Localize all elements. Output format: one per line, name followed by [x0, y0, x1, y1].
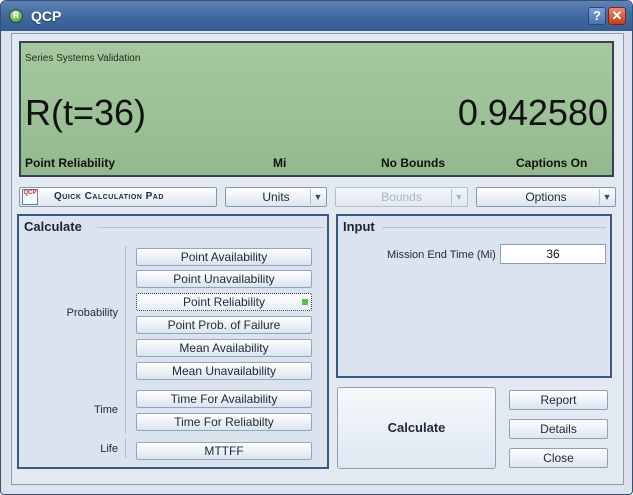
divider: [125, 439, 126, 458]
chevron-down-icon: ▼: [451, 189, 466, 205]
units-dropdown[interactable]: Units ▼: [225, 187, 327, 207]
point-availability-button[interactable]: Point Availability: [136, 248, 312, 266]
mttff-button[interactable]: MTTFF: [136, 442, 312, 460]
status-metric: Point Reliability: [25, 156, 116, 170]
divider: [382, 227, 606, 228]
app-icon: R: [9, 9, 23, 23]
question-icon: ?: [593, 8, 601, 23]
status-bounds: No Bounds: [381, 156, 445, 170]
input-panel-title: Input: [343, 219, 375, 234]
title-bar[interactable]: R QCP ? ✕: [1, 1, 632, 31]
close-button[interactable]: Close: [509, 448, 608, 468]
toolbar: QCP Quick Calculation Pad Units ▼ Bounds…: [19, 186, 616, 210]
calculate-panel: Calculate Probability Point Availability…: [17, 214, 329, 469]
calculate-panel-title: Calculate: [24, 219, 82, 234]
selected-indicator-icon: [302, 299, 308, 305]
units-label: Units: [262, 190, 290, 204]
point-prob-failure-button[interactable]: Point Prob. of Failure: [136, 316, 312, 334]
group-label-probability: Probability: [66, 307, 118, 319]
divider: [125, 246, 126, 391]
divider: [97, 227, 323, 228]
result-expression: R(t=36): [25, 92, 147, 133]
display-title: Series Systems Validation: [25, 53, 141, 64]
chevron-down-icon: ▼: [599, 189, 614, 205]
close-icon: ✕: [611, 8, 623, 23]
options-dropdown[interactable]: Options ▼: [476, 187, 616, 207]
window-close-button[interactable]: ✕: [608, 7, 626, 25]
details-button[interactable]: Details: [509, 419, 608, 439]
point-reliability-label: Point Reliability: [182, 295, 266, 309]
bounds-dropdown: Bounds ▼: [335, 187, 468, 207]
report-button[interactable]: Report: [509, 390, 608, 410]
qcp-logo-icon: QCP: [22, 189, 38, 205]
group-label-time: Time: [93, 404, 118, 416]
mission-end-time-input[interactable]: [500, 244, 606, 264]
calculate-button[interactable]: Calculate: [337, 387, 496, 469]
time-for-reliability-button[interactable]: Time For Reliabilty: [136, 413, 312, 431]
qcp-label: Quick Calculation Pad: [54, 191, 164, 202]
help-button[interactable]: ?: [588, 7, 606, 25]
status-captions: Captions On: [516, 156, 588, 170]
point-unavailability-button[interactable]: Point Unavailability: [136, 270, 312, 288]
main-area: Series Systems Validation R(t=36) 0.9425…: [11, 33, 624, 485]
input-panel: Input Mission End Time (Mi): [336, 214, 612, 378]
status-units: Mi: [273, 156, 287, 170]
result-value: 0.942580: [457, 92, 608, 133]
mission-end-time-label: Mission End Time (Mi): [387, 249, 496, 261]
mean-availability-button[interactable]: Mean Availability: [136, 339, 312, 357]
qcp-window: R QCP ? ✕ Series Systems Validation R(t=…: [0, 0, 633, 495]
bounds-label: Bounds: [381, 190, 422, 204]
options-label: Options: [525, 190, 567, 204]
chevron-down-icon: ▼: [310, 189, 325, 205]
point-reliability-button[interactable]: Point Reliability: [136, 293, 312, 311]
window-title: QCP: [31, 8, 62, 24]
mean-unavailability-button[interactable]: Mean Unavailability: [136, 362, 312, 380]
time-for-availability-button[interactable]: Time For Availability: [136, 390, 312, 408]
group-label-life: Life: [100, 443, 118, 455]
divider: [125, 389, 126, 434]
quick-calculation-pad-button[interactable]: QCP Quick Calculation Pad: [19, 187, 217, 207]
result-display: Series Systems Validation R(t=36) 0.9425…: [19, 41, 614, 177]
